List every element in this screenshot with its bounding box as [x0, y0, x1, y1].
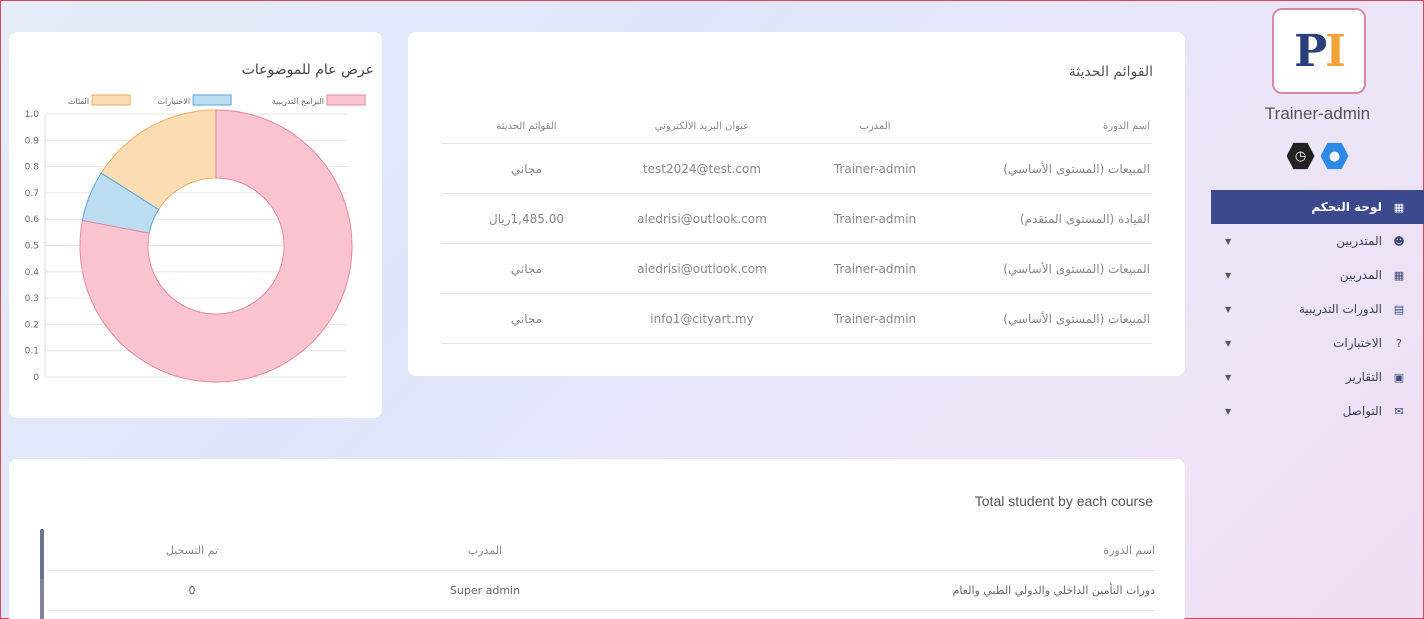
table-row: دورات التأمين الداخلي والدولي الطبي والع…	[49, 571, 1155, 611]
course-name-cell: المبيعات (المستوى الأساسي)	[1003, 161, 1150, 176]
question-icon: ?	[1396, 336, 1402, 350]
sidebar-item-dashboard[interactable]: ▦ لوحة التحكم	[1211, 190, 1424, 224]
course-name-cell: المبيعات (المستوى الأساسي)	[1003, 261, 1150, 276]
table-header-row: اسم الدورة المدرب عنوان البريد الالكترون…	[441, 110, 1152, 144]
legend-swatch	[326, 94, 366, 106]
grid-icon: ▦	[1393, 268, 1405, 282]
price-cell: مجاني	[510, 161, 543, 176]
sidebar-menu: ▦ لوحة التحكم ☻ المتدربين ▼ ▦ المدربين ▼…	[1211, 190, 1424, 428]
recent-lists-title: القوائم الحديثة	[1068, 64, 1153, 80]
table-row: المبيعات (المستوى الأساسي) Trainer-admin…	[441, 294, 1152, 344]
legend-label: الفئات	[68, 97, 89, 106]
legend-swatch	[192, 94, 232, 106]
y-tick-label: 0.7	[25, 189, 39, 199]
header-trainer: المدرب	[859, 121, 891, 132]
header-email: عنوان البريد الالكتروني	[654, 121, 750, 132]
table-row: المبيعات (المستوى الأساسي) Trainer-admin…	[441, 244, 1152, 294]
users-icon[interactable]: ●	[1320, 142, 1349, 170]
recent-lists-card: القوائم الحديثة اسم الدورة المدرب عنوان …	[408, 32, 1185, 376]
y-tick-label: 0.5	[25, 242, 39, 252]
sidebar-item-trainees[interactable]: ☻ المتدربين ▼	[1211, 224, 1424, 258]
course-name-cell: دورات التأمين الداخلي والدولي الطبي والع…	[952, 584, 1155, 597]
course-name-cell: المبيعات (المستوى الأساسي)	[1003, 311, 1150, 326]
email-cell: aledrisi@outlook.com	[637, 261, 767, 276]
price-cell: مجاني	[510, 261, 543, 276]
header-recent-lists: القوائم الحديثة	[496, 121, 557, 132]
price-cell: مجاني	[510, 311, 543, 326]
course-name-cell: القيادة (المستوى المتقدم)	[1019, 211, 1150, 226]
clock-icon[interactable]: ◷	[1286, 142, 1315, 170]
table-row: القيادة (المستوى المتقدم) Trainer-admin …	[441, 194, 1152, 244]
caret-down-icon: ▼	[1225, 236, 1232, 246]
y-tick-label: 0	[33, 373, 39, 383]
grid-icon: ▦	[1393, 200, 1405, 214]
header-trainer: المدرب	[467, 544, 503, 557]
y-tick-label: 0.8	[25, 163, 40, 173]
legend-label: الاختبارات	[157, 97, 190, 106]
sidebar-quick-icons: ◷ ●	[1211, 142, 1424, 170]
trainer-cell: Super admin	[449, 584, 521, 597]
y-tick-label: 1.0	[25, 110, 40, 120]
students-by-course-card: Total student by each course اسم الدورة …	[9, 459, 1185, 619]
email-cell: test2024@test.com	[642, 161, 762, 176]
price-cell: 1,485.00ريال	[489, 211, 564, 226]
email-cell: aledrisi@outlook.com	[637, 211, 767, 226]
chat-icon: ✉	[1394, 404, 1404, 418]
topics-overview-card: عرض عام للموضوعات 1.0 0.9 0.8 0.7 0.6 0.5 0.4 0…	[9, 32, 382, 418]
sidebar-item-communication[interactable]: ✉ التواصل ▼	[1211, 394, 1424, 428]
username: Trainer-admin	[1264, 104, 1371, 123]
y-tick-label: 0.2	[25, 320, 39, 330]
sidebar-item-exams[interactable]: ? الاختبارات ▼	[1211, 326, 1424, 360]
table-row: المبيعات (المستوى الأساسي) Trainer-admin…	[441, 144, 1152, 194]
enrolled-cell: 0	[188, 584, 196, 597]
user-icon: ☻	[1393, 234, 1405, 248]
y-tick-label: 0.3	[25, 294, 39, 304]
students-by-course-title: Total student by each course	[974, 493, 1153, 509]
logo[interactable]: PI	[1272, 8, 1366, 94]
email-cell: info1@cityart.my	[650, 311, 754, 326]
table-header-row: اسم الدورة المدرب تم التسجيل	[49, 531, 1155, 571]
y-tick-label: 0.1	[25, 347, 39, 357]
caret-down-icon: ▼	[1225, 406, 1232, 416]
caret-down-icon: ▼	[1225, 270, 1232, 280]
doughnut-chart: 1.0 0.9 0.8 0.7 0.6 0.5 0.4 0.3 0.2 0.1 0 البرامج ا…	[25, 94, 366, 383]
table-scrollbar[interactable]	[40, 529, 44, 619]
caret-down-icon: ▼	[1225, 304, 1232, 314]
caret-down-icon: ▼	[1225, 372, 1232, 382]
header-enrolled: تم التسجيل	[165, 544, 219, 557]
y-tick-label: 0.9	[25, 136, 40, 146]
header-course-name: اسم الدورة	[1103, 544, 1155, 557]
book-icon: ▤	[1393, 302, 1405, 316]
chart-icon: ▣	[1393, 370, 1405, 384]
y-tick-label: 0.4	[25, 268, 40, 278]
trainer-cell: Trainer-admin	[833, 211, 917, 226]
sidebar: PI Trainer-admin ◷ ● ▦ لوحة التحكم ☻ الم…	[1211, 0, 1424, 619]
trainer-cell: Trainer-admin	[833, 161, 917, 176]
sidebar-item-courses[interactable]: ▤ الدورات التدريبية ▼	[1211, 292, 1424, 326]
recent-lists-table: اسم الدورة المدرب عنوان البريد الالكترون…	[441, 110, 1152, 344]
trainer-cell: Trainer-admin	[833, 261, 917, 276]
header-course-name: اسم الدورة	[1103, 121, 1150, 132]
sidebar-item-reports[interactable]: ▣ التقارير ▼	[1211, 360, 1424, 394]
sidebar-item-trainers[interactable]: ▦ المدربين ▼	[1211, 258, 1424, 292]
legend-swatch	[91, 94, 131, 106]
trainer-cell: Trainer-admin	[833, 311, 917, 326]
legend-label: البرامج التدريبية	[272, 97, 324, 106]
y-tick-label: 0.6	[25, 215, 40, 225]
students-by-course-table: اسم الدورة المدرب تم التسجيل دورات التأم…	[49, 531, 1155, 611]
caret-down-icon: ▼	[1225, 338, 1232, 348]
